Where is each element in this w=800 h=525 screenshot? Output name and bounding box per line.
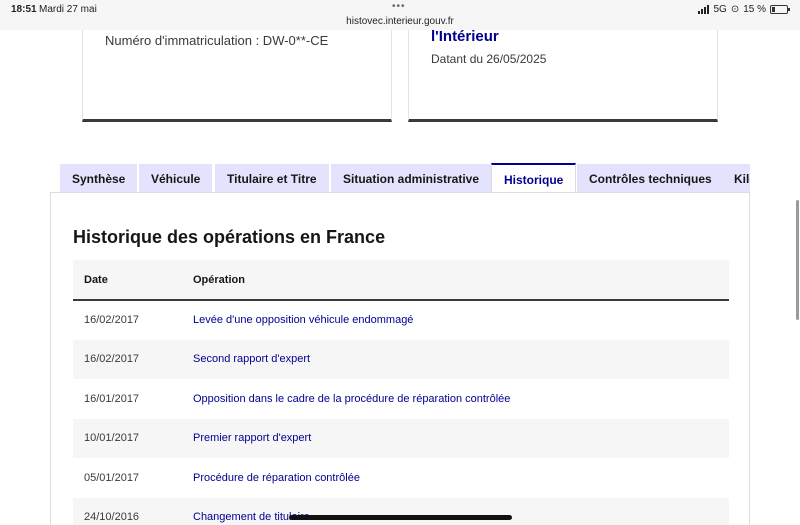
row-date: 10/01/2017 xyxy=(84,432,140,445)
row-operation-cell: Premier rapport d'expert xyxy=(193,419,729,459)
history-table: Date Opération 16/02/2017 Levée d'une op… xyxy=(73,260,729,525)
page-scrollbar[interactable] xyxy=(796,200,799,320)
plate-number: Numéro d'immatriculation : DW-0**-CE xyxy=(105,33,329,48)
operation-link[interactable]: Premier rapport d'expert xyxy=(193,432,311,444)
column-operation: Opération xyxy=(193,273,245,286)
table-row: 16/02/2017 Second rapport d'expert xyxy=(73,339,729,380)
row-date: 05/01/2017 xyxy=(84,471,140,484)
status-bar: 18:51 Mardi 27 mai ••• histovec.interieu… xyxy=(0,0,800,30)
row-operation-cell: Changement de titulaire xyxy=(193,498,729,525)
operation-link[interactable]: Opposition dans le cadre de la procédure… xyxy=(193,393,510,405)
battery-percent: 15 % xyxy=(743,4,766,15)
row-date: 24/10/2016 xyxy=(84,511,140,524)
status-date: Mardi 27 mai xyxy=(39,4,97,15)
tab-historique[interactable]: Historique xyxy=(491,163,577,193)
network-type: 5G xyxy=(713,4,727,15)
operation-link[interactable]: Levée d'une opposition véhicule endommag… xyxy=(193,314,413,326)
row-operation-cell: Procédure de réparation contrôlée xyxy=(193,458,729,498)
location-icon: ⊙ xyxy=(730,4,740,15)
tab-titulaire[interactable]: Titulaire et Titre xyxy=(215,164,329,193)
home-indicator[interactable] xyxy=(289,515,512,520)
tab-kilometrage[interactable]: Kilo xyxy=(722,164,750,193)
operation-link[interactable]: Second rapport d'expert xyxy=(193,353,310,365)
address-url[interactable]: histovec.interieur.gouv.fr xyxy=(0,16,800,27)
history-panel: Historique des opérations en France Date… xyxy=(50,192,750,525)
row-operation-cell: Opposition dans le cadre de la procédure… xyxy=(193,379,729,419)
signal-icon xyxy=(698,5,710,14)
status-right: 5G ⊙ 15 % xyxy=(698,4,790,15)
table-row: 05/01/2017 Procédure de réparation contr… xyxy=(73,458,729,498)
source-card: l'Intérieur Datant du 26/05/2025 xyxy=(408,28,718,122)
report-date: Datant du 26/05/2025 xyxy=(431,52,547,66)
history-title: Historique des opérations en France xyxy=(73,227,386,247)
row-date: 16/01/2017 xyxy=(84,392,140,405)
table-row: 16/01/2017 Opposition dans le cadre de l… xyxy=(73,379,729,419)
tab-synthese[interactable]: Synthèse xyxy=(60,164,138,193)
table-header-row: Date Opération xyxy=(73,260,729,300)
tab-situation-administrative[interactable]: Situation administrative xyxy=(331,164,492,193)
column-date: Date xyxy=(84,273,108,286)
table-row: 16/02/2017 Levée d'une opposition véhicu… xyxy=(73,300,729,340)
status-time: 18:51 xyxy=(11,4,37,15)
operation-link[interactable]: Procédure de réparation contrôlée xyxy=(193,472,360,484)
report-tabs: Synthèse Véhicule Titulaire et Titre Sit… xyxy=(60,163,750,193)
row-operation-cell: Second rapport d'expert xyxy=(193,340,729,380)
row-date: 16/02/2017 xyxy=(84,314,140,327)
row-date: 16/02/2017 xyxy=(84,353,140,366)
tab-vehicule[interactable]: Véhicule xyxy=(139,164,213,193)
battery-icon xyxy=(770,5,790,14)
row-operation-cell: Levée d'une opposition véhicule endommag… xyxy=(193,300,729,340)
tab-controles-techniques[interactable]: Contrôles techniques xyxy=(577,164,724,193)
table-row: 24/10/2016 Changement de titulaire xyxy=(73,497,729,525)
source-heading: l'Intérieur xyxy=(431,28,499,45)
plate-card: Numéro d'immatriculation : DW-0**-CE xyxy=(82,30,392,122)
table-row: 10/01/2017 Premier rapport d'expert xyxy=(73,418,729,459)
more-dots-icon[interactable]: ••• xyxy=(392,1,406,12)
